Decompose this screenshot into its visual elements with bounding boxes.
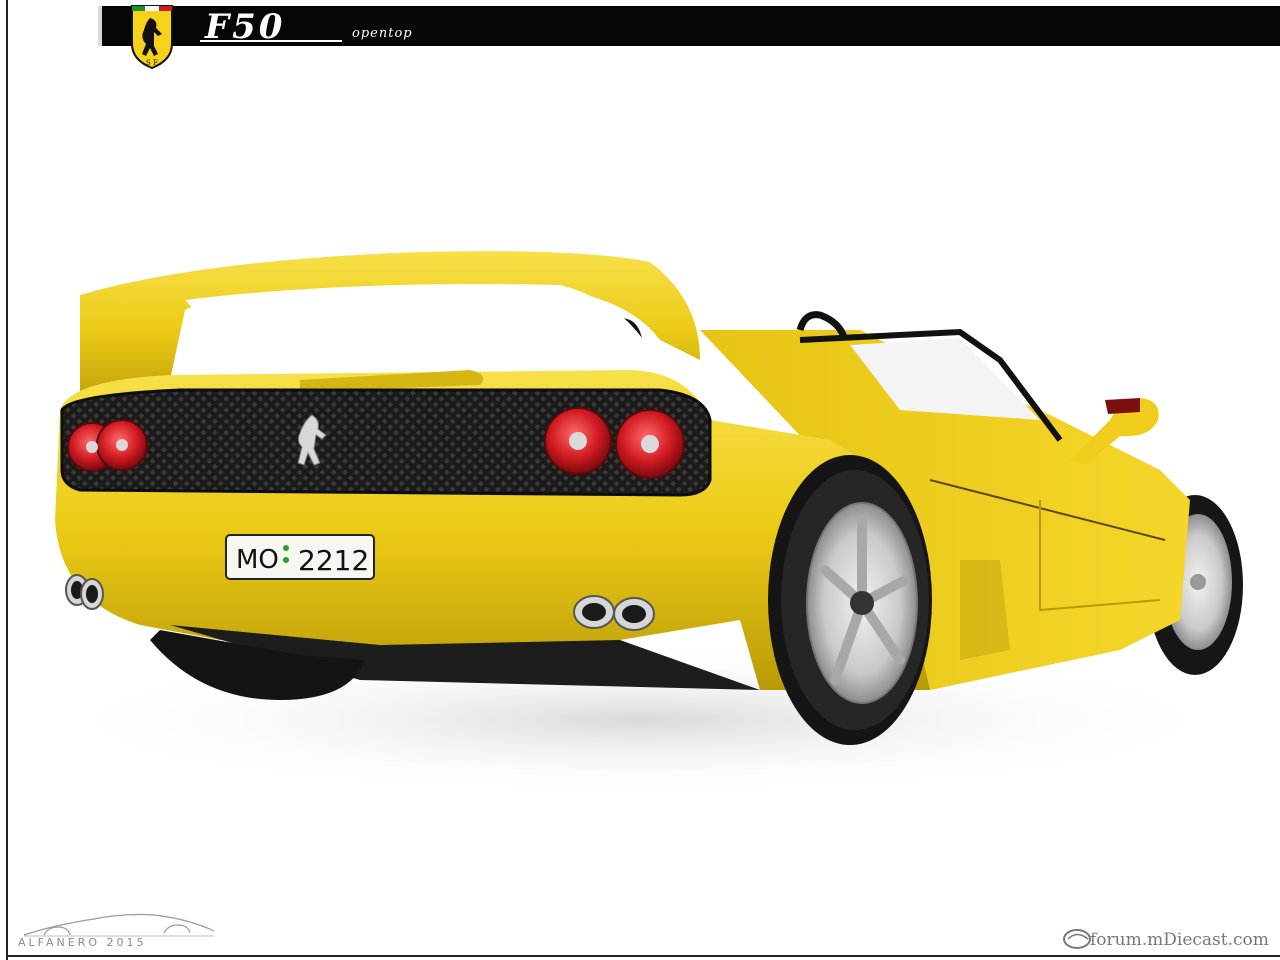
bottom-border-line [6, 955, 1280, 957]
model-variant: opentop [352, 26, 413, 41]
plate-right-text: 2212 [298, 544, 369, 577]
image-frame: MO 2212 S F F50 opentop ALFANERO 2015 fo… [0, 0, 1280, 960]
watermark-right-text: forum.mDiecast.com [1090, 930, 1269, 950]
ferrari-shield-icon: S F [131, 5, 173, 70]
exhaust-pipes-left [65, 574, 104, 610]
rear-grille [60, 388, 712, 497]
header-accent-stripe [98, 6, 102, 46]
plate-left-text: MO [236, 545, 279, 575]
license-plate: MO 2212 [225, 534, 375, 580]
forum-logo-icon [1063, 929, 1091, 949]
title-underline [200, 40, 342, 42]
car-photo: MO 2212 [40, 251, 1243, 795]
watermark-left-text: ALFANERO 2015 [18, 936, 147, 949]
svg-text:S F: S F [146, 59, 158, 67]
taillights-left [67, 419, 148, 472]
